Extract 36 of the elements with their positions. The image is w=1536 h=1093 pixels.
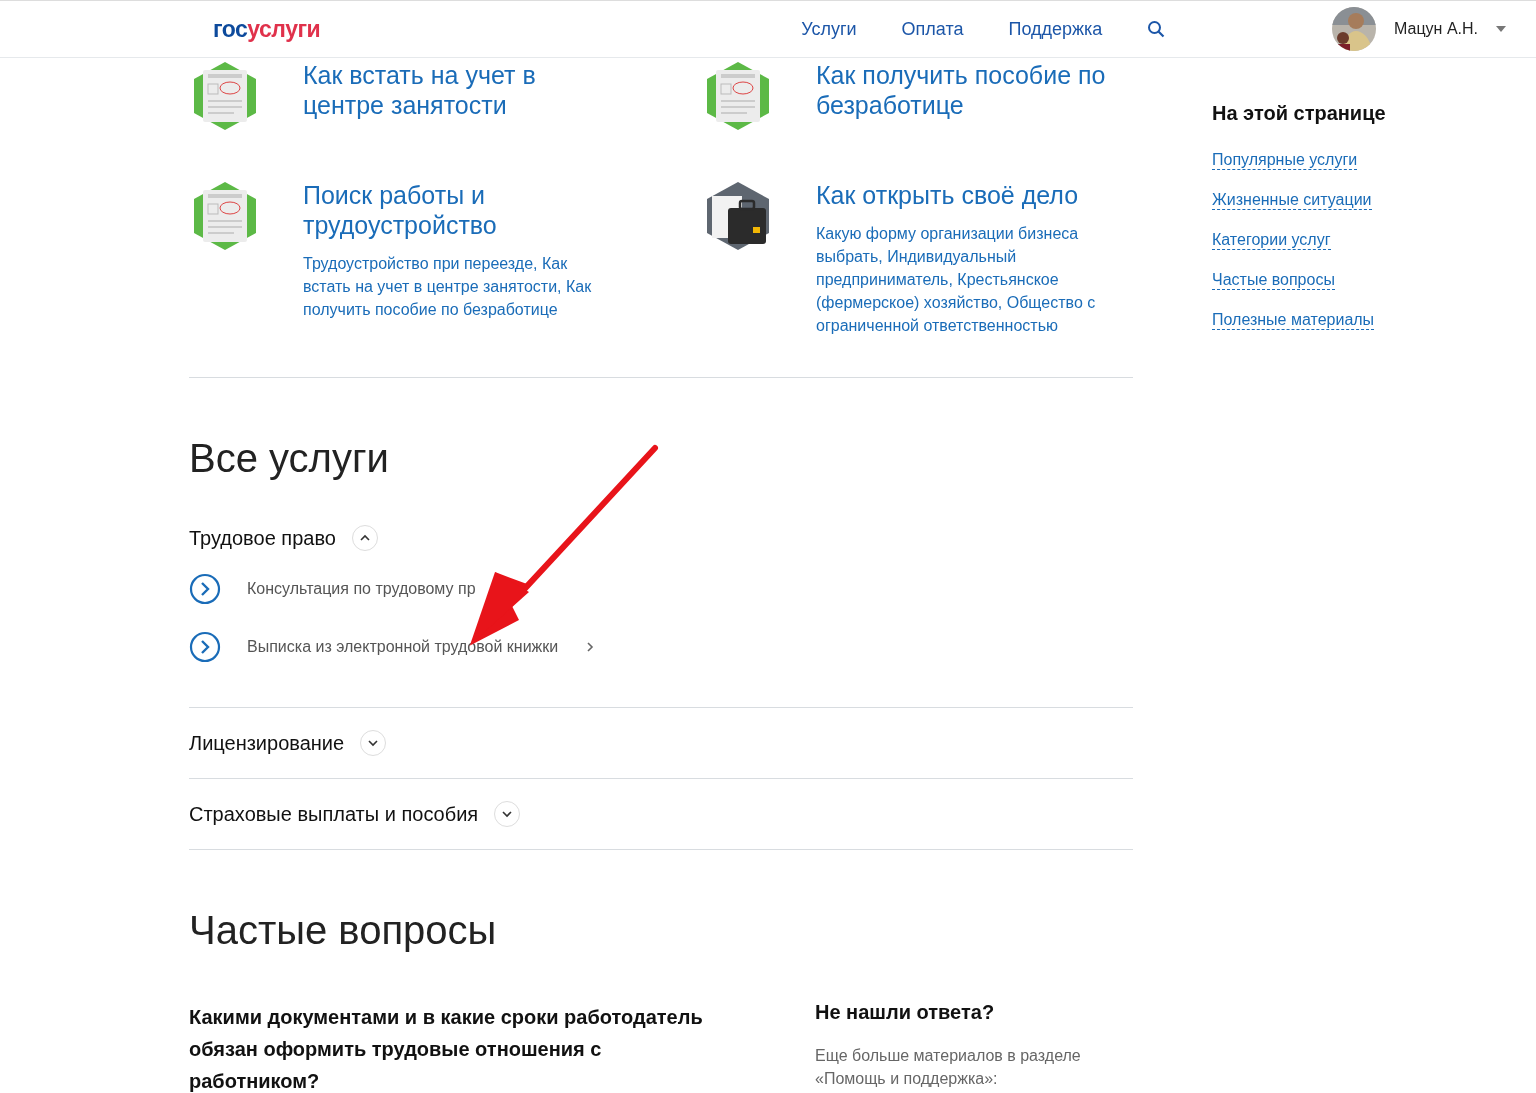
situation-title[interactable]: Поиск работы и трудоустройство: [303, 180, 613, 240]
section-title: Все услуги: [189, 436, 390, 481]
expand-toggle[interactable]: [351, 525, 378, 551]
chevron-down-icon: [501, 808, 514, 820]
toc-link[interactable]: Категории услуг: [1212, 231, 1331, 250]
chevron-down-icon: [367, 737, 380, 749]
situation-title[interactable]: Как встать на учет в центре занятости: [303, 60, 613, 120]
circle-chevron-icon: [189, 631, 221, 663]
user-name[interactable]: Мацун А.Н.: [1394, 20, 1478, 38]
service-link[interactable]: Выписка из электронной трудовой книжки: [189, 631, 1133, 663]
category-title[interactable]: Страховые выплаты и пособия: [189, 802, 479, 826]
toc-link[interactable]: Жизненные ситуации: [1212, 191, 1372, 210]
toc-link[interactable]: Популярные услуги: [1212, 151, 1358, 170]
situation-title[interactable]: Как открыть своё дело: [816, 180, 1116, 210]
expand-toggle[interactable]: [494, 801, 521, 827]
nav-link[interactable]: Поддержка: [1008, 18, 1103, 40]
service-link[interactable]: Консультация по трудовому пр: [189, 573, 1133, 605]
toc-title: На этой странице: [1212, 102, 1386, 125]
toc-link[interactable]: Частые вопросы: [1212, 271, 1335, 290]
logo[interactable]: госуслуги: [213, 15, 321, 43]
search-icon[interactable]: [1147, 20, 1166, 38]
situation-description: Трудоустройство при переезде, Как встать на учет в центре занятости, Как получить пособие по безработице: [303, 254, 593, 320]
section-title: Частые вопросы: [189, 908, 498, 953]
category-title[interactable]: Лицензирование: [189, 731, 345, 755]
situation-title[interactable]: Как получить пособие по безработице: [816, 60, 1116, 120]
nav-link[interactable]: Оплата: [901, 18, 964, 40]
category-title[interactable]: Трудовое право: [189, 526, 336, 550]
help-text: Еще больше материалов в разделе «Помощь и поддержка»:: [815, 1046, 1082, 1089]
dropdown-icon[interactable]: [1496, 26, 1506, 32]
faq-question[interactable]: Какими документами и в какие сроки работодатель обязан оформить трудовые отношения с работником?: [189, 1001, 729, 1093]
nav-link[interactable]: Услуги: [801, 18, 857, 40]
circle-chevron-icon: [189, 573, 221, 605]
situation-description: Какую форму организации бизнеса выбрать, Индивидуальный предприниматель, Крестьянское (фермерское) хозяйство, Общество с ограниченной ответственностью: [816, 224, 1097, 336]
help-title: Не нашли ответа?: [815, 1001, 996, 1024]
toc-link[interactable]: Полезные материалы: [1212, 311, 1375, 330]
expand-toggle[interactable]: [360, 730, 387, 756]
